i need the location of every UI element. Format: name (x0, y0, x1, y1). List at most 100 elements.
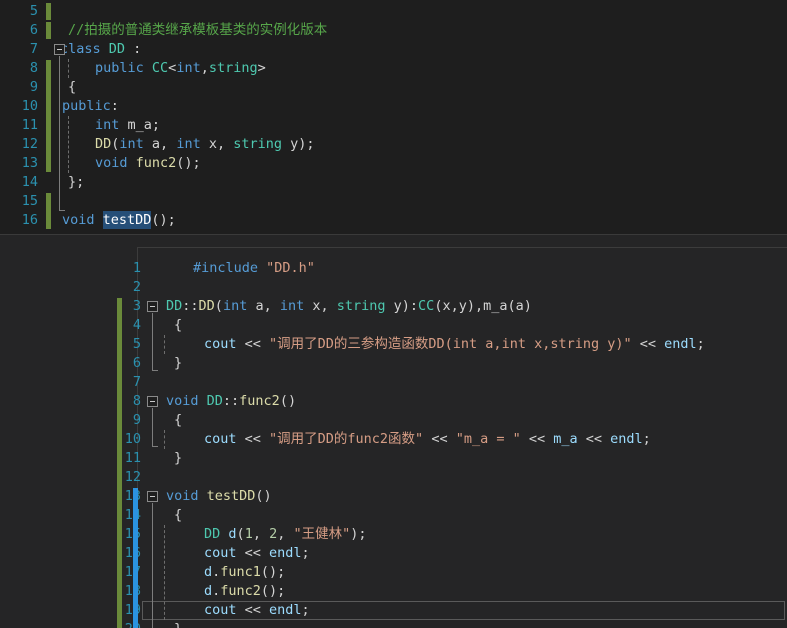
code-token: , (200, 60, 209, 76)
code-line[interactable]: 13void testDD() (125, 487, 787, 506)
code-line[interactable]: 14}; (0, 173, 787, 192)
fold-toggle-icon[interactable] (147, 491, 158, 502)
code-line[interactable]: 7 class DD : (0, 40, 787, 59)
code-line[interactable]: 12 (125, 468, 787, 487)
code-line[interactable]: 10 public: (0, 97, 787, 116)
code-line[interactable]: 8 void DD::func2() (133, 392, 787, 411)
code-token: (); (151, 212, 176, 228)
code-text: } (174, 449, 182, 468)
fold-region-line (152, 313, 153, 370)
code-token: (x,y), (434, 298, 484, 314)
source-file-pane[interactable]: 1 #include "DD.h" 2 3 DD::DD(int a, int x, s… (0, 240, 787, 628)
code-line[interactable]: 6} (133, 354, 787, 373)
code-line[interactable]: 15 (0, 192, 787, 211)
code-line[interactable]: 14{ (125, 506, 787, 525)
code-token: endl (610, 431, 643, 447)
code-line[interactable]: 2 (133, 278, 787, 297)
code-token: << (423, 431, 456, 447)
code-token: m_a (483, 298, 508, 314)
line-number: 5 (132, 336, 141, 352)
code-line[interactable]: 9{ (0, 78, 787, 97)
source-code-surface[interactable]: 1 #include "DD.h" 2 3 DD::DD(int a, int x, s… (0, 240, 787, 628)
code-line[interactable]: 7 (133, 373, 787, 392)
code-line[interactable]: 3 DD::DD(int a, int x, string y):CC(x,y),… (133, 297, 787, 316)
code-token: << (631, 336, 665, 352)
code-text: public: (62, 97, 119, 116)
code-line[interactable]: 5 cout << "调用了DD的三参构造函数DD(int a,int x,str… (133, 335, 787, 354)
code-line[interactable]: 4{ (133, 316, 787, 335)
fold-toggle-icon[interactable] (54, 44, 65, 55)
line-number: 2 (132, 279, 141, 295)
source-code-inner[interactable]: 1 #include "DD.h" 2 3 DD::DD(int a, int x, s… (117, 247, 787, 628)
code-token: cout (204, 336, 237, 352)
code-line[interactable]: 11 int m_a; (0, 116, 787, 135)
line-number: 1 (132, 260, 141, 276)
code-line[interactable]: 8 public CC<int,string> (0, 59, 787, 78)
line-number: 8 (132, 393, 141, 409)
code-text: { (174, 506, 182, 525)
code-token: x, (304, 298, 337, 314)
code-token: 1 (244, 526, 253, 542)
change-bar-saved (46, 60, 51, 172)
code-text: } (174, 354, 182, 373)
code-line[interactable]: 1 #include "DD.h" (133, 259, 787, 278)
code-text: void testDD() (166, 487, 272, 506)
code-token: func1 (220, 564, 261, 580)
code-token: 2 (269, 526, 278, 542)
code-token: > (257, 60, 266, 76)
line-number: 11 (124, 450, 141, 466)
code-token: :: (182, 298, 199, 314)
current-line-highlight (142, 601, 785, 620)
code-token: , (252, 526, 270, 542)
code-token: cout (204, 545, 237, 561)
code-line[interactable]: 12 DD(int a, int x, string y); (0, 135, 787, 154)
code-editor-window: 5 6 //拍摄的普通类继承模板基类的实例化版本 7 class DD : 8 public… (0, 0, 787, 628)
code-token: d (228, 526, 237, 542)
code-line[interactable]: 17d.func1(); (125, 563, 787, 582)
code-token: string (336, 298, 386, 314)
header-file-pane[interactable]: 5 6 //拍摄的普通类继承模板基类的实例化版本 7 class DD : 8 public… (0, 0, 787, 234)
change-bar-saved (117, 298, 122, 628)
code-line[interactable]: 16cout << endl; (125, 544, 787, 563)
code-line[interactable]: 13 void func2(); (0, 154, 787, 173)
indent-guide (164, 335, 165, 354)
code-token: testDD (206, 488, 256, 504)
code-line[interactable]: 5 (0, 2, 787, 21)
code-line[interactable]: 20} (125, 620, 787, 628)
code-text: d.func2(); (204, 582, 285, 601)
code-token: void (62, 212, 103, 228)
code-token: { (174, 317, 183, 333)
code-line[interactable]: 15DD d(1, 2, "王健林"); (125, 525, 787, 544)
code-text: DD::DD(int a, int x, string y):CC(x,y),m… (166, 297, 532, 316)
code-line[interactable]: 9{ (133, 411, 787, 430)
code-line[interactable]: 16 void testDD(); (0, 211, 787, 230)
code-token: public (62, 98, 111, 114)
code-token: { (68, 79, 77, 95)
line-number: 9 (132, 412, 141, 428)
code-token: << (236, 431, 270, 447)
line-number: 11 (21, 117, 38, 133)
code-token: { (174, 412, 183, 428)
code-token: func2 (135, 155, 177, 171)
code-line[interactable]: 6 //拍摄的普通类继承模板基类的实例化版本 (0, 21, 787, 40)
code-text: { (68, 78, 76, 97)
code-text: DD d(1, 2, "王健林"); (204, 525, 367, 544)
code-line[interactable]: 18d.func2(); (125, 582, 787, 601)
code-token: void (166, 488, 207, 504)
code-token: (); (176, 155, 201, 171)
line-number: 13 (21, 155, 38, 171)
change-bar-saved (46, 193, 51, 229)
code-token: (a) (507, 298, 532, 314)
code-token: d (204, 564, 213, 580)
fold-toggle-icon[interactable] (147, 301, 158, 312)
code-token: ; (642, 431, 651, 447)
code-text: int m_a; (95, 116, 160, 135)
header-code-surface[interactable]: 5 6 //拍摄的普通类继承模板基类的实例化版本 7 class DD : 8 public… (0, 0, 787, 234)
line-number: 5 (29, 3, 38, 19)
code-line[interactable]: 11} (125, 449, 787, 468)
code-token: : (125, 41, 142, 57)
fold-region-line (152, 408, 153, 446)
fold-toggle-icon[interactable] (147, 396, 158, 407)
code-text: void testDD(); (62, 211, 176, 230)
code-line[interactable]: 10 cout << "调用了DD的func2函数" << "m_a = " <<… (125, 430, 787, 449)
